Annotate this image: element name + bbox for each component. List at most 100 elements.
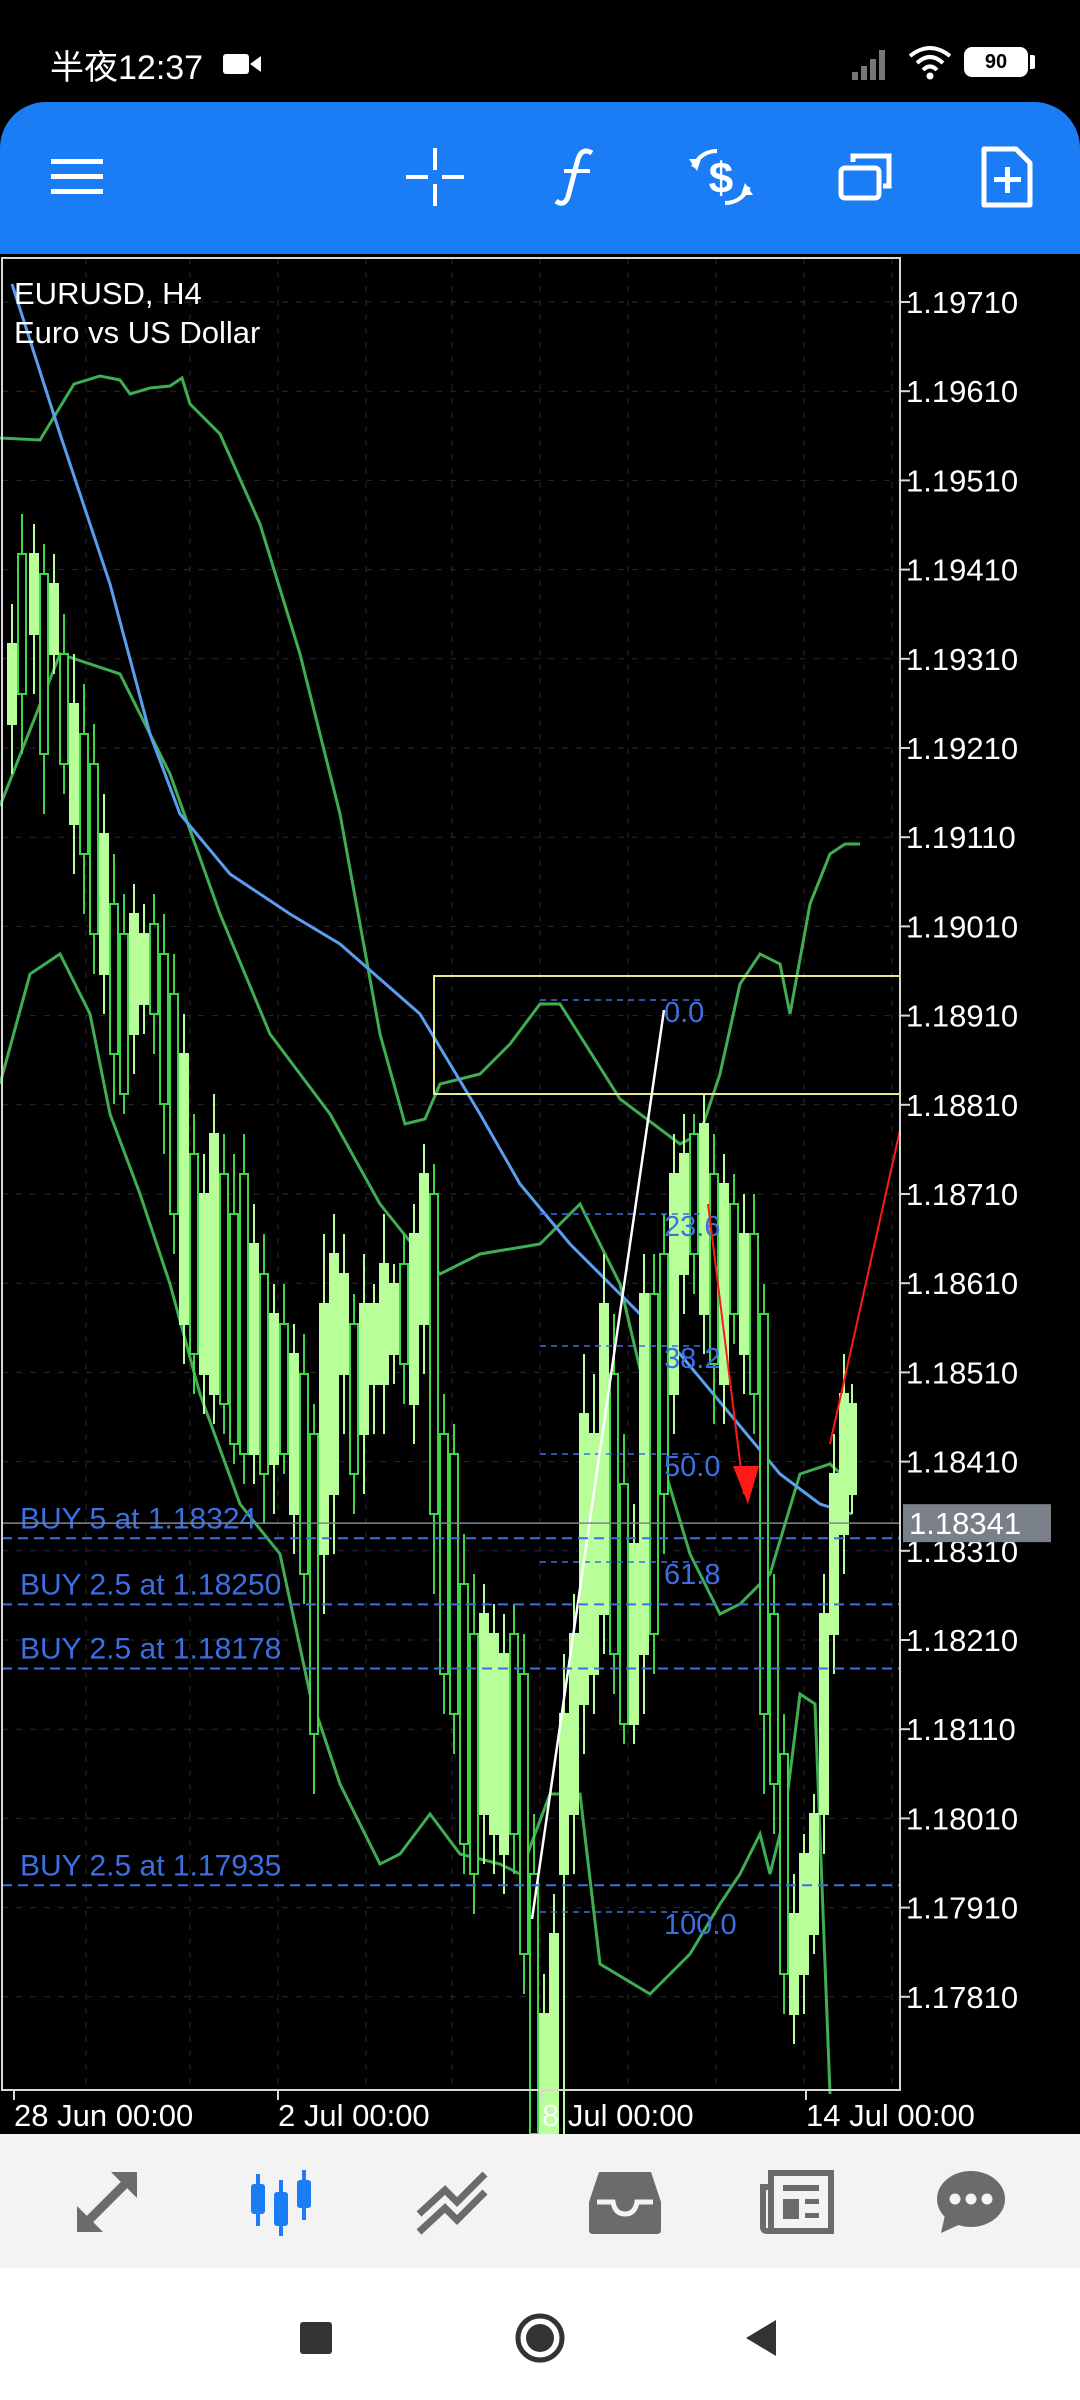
candle-body: [809, 1813, 819, 1935]
price-label: 1.18810: [906, 1088, 1018, 1123]
candle: [329, 1214, 339, 1554]
price-label: 1.19510: [906, 463, 1018, 498]
candle-body: [259, 1273, 269, 1475]
wifi-icon: [908, 46, 952, 80]
candle: [189, 1114, 199, 1394]
candle-body: [109, 903, 119, 1055]
candle: [109, 854, 119, 1104]
candle-body: [459, 1583, 469, 1845]
candle-body: [519, 1673, 529, 1955]
candle-body: [479, 1613, 489, 1815]
candle: [479, 1584, 489, 1864]
price-label: 1.19610: [906, 374, 1018, 409]
price-label: 1.18610: [906, 1266, 1018, 1301]
candle-body: [129, 913, 139, 1035]
candle: [729, 1174, 739, 1344]
nav-quotes[interactable]: [52, 2154, 162, 2250]
svg-text:$: $: [709, 154, 733, 203]
history-icon: [589, 2172, 661, 2234]
windows-button[interactable]: [820, 132, 910, 222]
price-label: 1.19310: [906, 642, 1018, 677]
candle-body: [759, 1313, 769, 1715]
candle: [809, 1794, 819, 1954]
candle: [99, 794, 109, 1014]
candle: [259, 1234, 269, 1524]
chart-canvas[interactable]: 0.023.638.250.061.8100.0 BUY 5 at 1.1832…: [0, 254, 1080, 2134]
candle-body: [399, 1263, 409, 1365]
candle: [739, 1194, 749, 1394]
nav-chat[interactable]: [916, 2154, 1026, 2250]
candle-body: [189, 1153, 199, 1355]
candle: [419, 1144, 429, 1374]
price-label: 1.18910: [906, 999, 1018, 1034]
candle-body: [379, 1263, 389, 1385]
candle: [229, 1154, 239, 1464]
order-label[interactable]: BUY 5 at 1.18324: [20, 1502, 256, 1535]
nav-chart[interactable]: [226, 2154, 336, 2250]
menu-icon: [51, 159, 103, 194]
back-button[interactable]: [722, 2298, 802, 2378]
candle: [459, 1534, 469, 1874]
candle: [769, 1574, 779, 1834]
symbol-description: Euro vs US Dollar: [14, 315, 260, 350]
crosshair-icon: [406, 148, 464, 206]
chart-toolbar: $: [0, 102, 1080, 254]
recent-apps-button[interactable]: [276, 2298, 356, 2378]
candle: [239, 1134, 249, 1484]
candle-body: [79, 733, 89, 855]
price-chart[interactable]: 0.0 23.6 38.2 50.0 61.8 100.0 BUY 5 at 1.1832…: [0, 254, 1080, 2134]
candle: [349, 1294, 359, 1514]
nav-news[interactable]: [742, 2154, 852, 2250]
new-document-icon: [981, 146, 1033, 208]
function-icon: [554, 148, 594, 206]
order-label[interactable]: BUY 2.5 at 1.18178: [20, 1633, 281, 1666]
candle-body: [609, 1373, 619, 1655]
candle: [359, 1254, 369, 1494]
candle: [389, 1264, 399, 1384]
rectangle-object: [433, 975, 901, 1095]
candle: [309, 1404, 319, 1794]
nav-trade[interactable]: [398, 2154, 508, 2250]
grid: [2, 258, 900, 2090]
candle-body: [309, 1433, 319, 1735]
video-camera-icon: [223, 54, 261, 74]
status-time: 半夜12:37: [50, 49, 204, 87]
current-price-text: 1.18341: [909, 1506, 1021, 1541]
fibo-level-label: 61.8: [664, 1559, 720, 1591]
symbol-title: EURUSD, H4: [14, 276, 202, 311]
chart-icon: [251, 2170, 311, 2236]
candle: [839, 1354, 849, 1574]
home-button[interactable]: [500, 2298, 580, 2378]
candle: [409, 1204, 419, 1444]
candle: [789, 1874, 799, 2044]
order-label[interactable]: BUY 2.5 at 1.17935: [20, 1849, 281, 1882]
crosshair-button[interactable]: [390, 132, 480, 222]
candle: [159, 914, 169, 1154]
candle: [17, 514, 27, 754]
order-label[interactable]: BUY 2.5 at 1.18250: [20, 1568, 281, 1601]
new-order-button[interactable]: $: [676, 132, 766, 222]
candle: [209, 1094, 219, 1424]
indicators-button[interactable]: [532, 132, 622, 222]
candle: [269, 1284, 279, 1514]
candle-body: [789, 1913, 799, 2015]
candle-body: [239, 1173, 249, 1455]
candle: [689, 1114, 699, 1294]
signal-icon: [852, 50, 885, 80]
price-label: 1.18510: [906, 1355, 1018, 1390]
time-label: 2 Jul 00:00: [278, 2098, 430, 2133]
candle-body: [469, 1633, 479, 1875]
candle: [619, 1434, 629, 1744]
candle: [119, 894, 129, 1114]
candle-body: [139, 933, 149, 1005]
nav-history[interactable]: [570, 2154, 680, 2250]
candle-body: [199, 1193, 209, 1375]
candle: [669, 1134, 679, 1434]
status-bar: 半夜12:37 90: [0, 0, 1080, 100]
candle: [149, 894, 159, 1054]
menu-button[interactable]: [32, 132, 122, 222]
candle: [199, 1154, 209, 1414]
candle: [279, 1284, 289, 1474]
candle-body: [799, 1853, 809, 1975]
new-document-button[interactable]: [962, 132, 1052, 222]
